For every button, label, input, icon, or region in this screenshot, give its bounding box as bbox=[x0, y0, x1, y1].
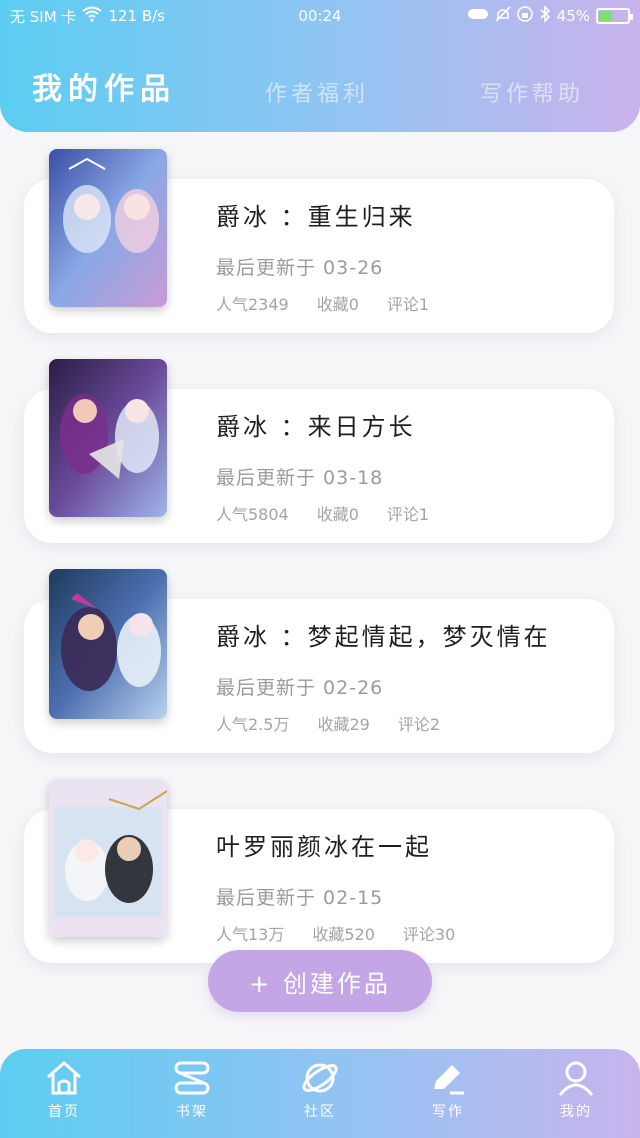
tab-bar: 我的作品 作者福利 写作帮助 bbox=[0, 60, 640, 110]
work-title: 爵冰 ：来日方长 bbox=[216, 413, 416, 441]
tab-author-benefits[interactable]: 作者福利 bbox=[265, 76, 369, 108]
work-stats: 人气2349 收藏0 评论1 bbox=[216, 291, 429, 315]
last-updated: 最后更新于 03-18 bbox=[216, 467, 384, 489]
work-card[interactable]: 叶罗丽颜冰在一起 最后更新于 02-15 人气13万 收藏520 评论30 bbox=[24, 779, 616, 963]
work-stats: 人气5804 收藏0 评论1 bbox=[216, 501, 429, 525]
book-cover[interactable] bbox=[49, 779, 167, 937]
nav-community-label: 社区 bbox=[304, 1104, 336, 1120]
work-stats: 人气2.5万 收藏29 评论2 bbox=[216, 711, 440, 735]
bottom-nav: 首页 书架 社区 写作 我的 bbox=[0, 1049, 640, 1138]
create-work-button[interactable]: + 创建作品 bbox=[208, 950, 432, 1012]
pen-icon bbox=[408, 1059, 488, 1097]
favorites-count: 收藏0 bbox=[316, 295, 359, 314]
comments-count: 评论1 bbox=[386, 505, 430, 524]
comments-count: 评论2 bbox=[397, 715, 441, 734]
last-updated: 最后更新于 02-26 bbox=[216, 677, 384, 699]
nav-profile-label: 我的 bbox=[560, 1104, 592, 1120]
work-stats: 人气13万 收藏520 评论30 bbox=[216, 921, 455, 945]
comments-count: 评论30 bbox=[402, 925, 456, 944]
clock: 00:24 bbox=[298, 7, 342, 25]
bookshelf-icon bbox=[152, 1059, 232, 1097]
last-updated: 最后更新于 02-15 bbox=[216, 887, 384, 909]
book-cover[interactable] bbox=[49, 569, 167, 719]
nav-home[interactable]: 首页 bbox=[24, 1059, 104, 1121]
work-card[interactable]: 爵冰 ：来日方长 最后更新于 03-18 人气5804 收藏0 评论1 bbox=[24, 359, 616, 543]
favorites-count: 收藏520 bbox=[312, 925, 375, 944]
tab-my-works[interactable]: 我的作品 bbox=[32, 64, 176, 108]
work-card[interactable]: 爵冰 ：梦起情起，梦灭情在 最后更新于 02-26 人气2.5万 收藏29 评论… bbox=[24, 569, 616, 753]
popularity-count: 人气5804 bbox=[216, 505, 289, 524]
last-updated: 最后更新于 03-26 bbox=[216, 257, 384, 279]
nav-write[interactable]: 写作 bbox=[408, 1059, 488, 1121]
book-cover[interactable] bbox=[49, 359, 167, 517]
popularity-count: 人气2349 bbox=[216, 295, 289, 314]
nav-home-label: 首页 bbox=[48, 1104, 80, 1120]
work-title: 爵冰 ：梦起情起，梦灭情在 bbox=[216, 623, 551, 651]
favorites-count: 收藏0 bbox=[316, 505, 359, 524]
nav-bookshelf[interactable]: 书架 bbox=[152, 1059, 232, 1121]
nav-community[interactable]: 社区 bbox=[280, 1059, 360, 1121]
tab-writing-help[interactable]: 写作帮助 bbox=[480, 76, 584, 108]
favorites-count: 收藏29 bbox=[317, 715, 370, 734]
nav-bookshelf-label: 书架 bbox=[176, 1104, 208, 1120]
planet-icon bbox=[280, 1059, 360, 1097]
header: 无 SIM 卡 121 B/s 00:24 45% 我的作品 作者福利 写作帮助 bbox=[0, 0, 640, 132]
work-card[interactable]: 爵冰 ：重生归来 最后更新于 03-26 人气2349 收藏0 评论1 bbox=[24, 149, 616, 333]
nav-profile[interactable]: 我的 bbox=[536, 1059, 616, 1121]
nav-write-label: 写作 bbox=[432, 1104, 464, 1120]
popularity-count: 人气13万 bbox=[216, 925, 285, 944]
user-icon bbox=[536, 1059, 616, 1097]
work-title: 叶罗丽颜冰在一起 bbox=[216, 833, 432, 861]
book-cover[interactable] bbox=[49, 149, 167, 307]
home-icon bbox=[24, 1059, 104, 1097]
battery-icon bbox=[596, 8, 633, 24]
comments-count: 评论1 bbox=[386, 295, 430, 314]
status-bar: 无 SIM 卡 121 B/s 00:24 45% bbox=[0, 0, 640, 32]
popularity-count: 人气2.5万 bbox=[216, 715, 290, 734]
work-title: 爵冰 ：重生归来 bbox=[216, 203, 416, 231]
